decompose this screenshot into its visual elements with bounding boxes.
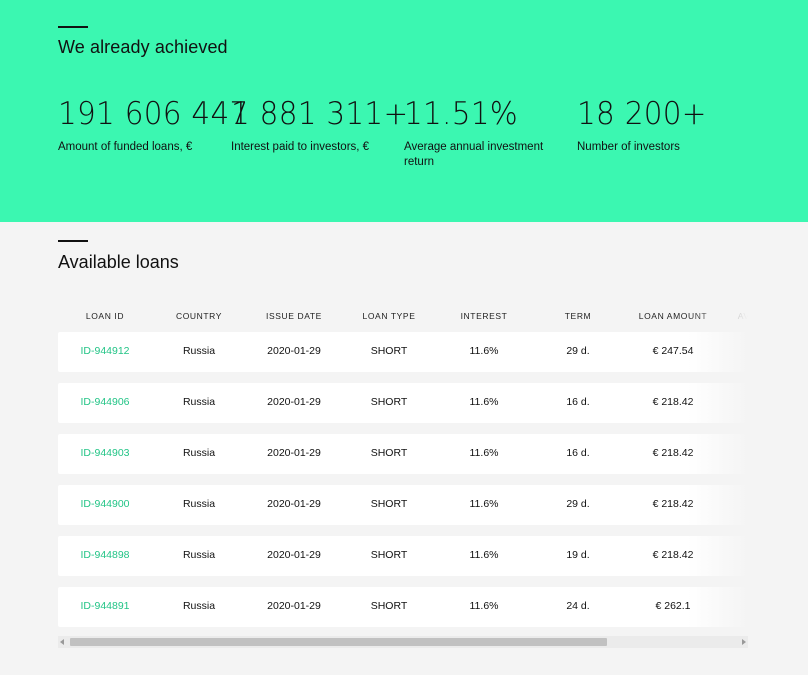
loan-interest: 11.6% [469,549,499,561]
loan-interest: 11.6% [469,600,499,612]
stat-value: 1 881 311+ [231,96,409,132]
table-row[interactable]: ID-944891 Russia 2020-01-29 SHORT 11.6% … [58,587,748,627]
column-header-loan-type[interactable]: LOAN TYPE [363,311,416,321]
column-header-country[interactable]: COUNTRY [176,311,222,321]
column-header-available[interactable]: AVAI [738,311,748,321]
achievements-title: We already achieved [58,37,228,57]
stat-label: Number of investors [577,141,680,153]
loan-interest: 11.6% [469,447,499,459]
loan-interest: 11.6% [469,345,499,357]
achievements-section: We already achieved 191 606 447 Amount o… [0,0,808,222]
loan-type: SHORT [370,600,408,612]
section-divider [58,240,88,242]
table-row[interactable]: ID-944903 Russia 2020-01-29 SHORT 11.6% … [58,434,748,474]
loan-amount: € 247.54 [652,345,694,357]
loan-id-link[interactable]: ID-944900 [80,498,129,510]
table-row[interactable]: ID-944900 Russia 2020-01-29 SHORT 11.6% … [58,485,748,525]
loan-amount: € 218.42 [652,549,694,561]
loan-term: 29 d. [566,345,590,357]
loan-type: SHORT [370,447,408,459]
loan-interest: 11.6% [469,396,499,408]
loan-country: Russia [182,447,216,459]
loan-interest: 11.6% [469,498,499,510]
loan-country: Russia [182,498,216,510]
loan-type: SHORT [370,549,408,561]
loans-table: LOAN ID COUNTRY ISSUE DATE LOAN TYPE INT… [58,300,748,640]
loan-id-link[interactable]: ID-944912 [80,345,129,357]
loan-issue-date: 2020-01-29 [267,549,321,561]
loan-id-link[interactable]: ID-944898 [80,549,129,561]
scroll-left-arrow-icon[interactable] [60,639,64,645]
loan-id-link[interactable]: ID-944891 [80,600,129,612]
column-header-loan-amount[interactable]: LOAN AMOUNT [639,311,707,321]
stat-funded-loans: 191 606 447 Amount of funded loans, € [58,96,259,155]
scroll-right-arrow-icon[interactable] [742,639,746,645]
loan-issue-date: 2020-01-29 [267,396,321,408]
stat-value: 191 606 447 [58,96,249,132]
stat-average-return: 11.51% Average annual investment return [404,96,564,170]
loan-id-link[interactable]: ID-944906 [80,396,129,408]
loan-issue-date: 2020-01-29 [267,345,321,357]
column-header-loan-id[interactable]: LOAN ID [86,311,124,321]
scrollbar-thumb[interactable] [70,638,607,646]
stat-value: 11.51% [404,96,519,132]
loan-country: Russia [182,600,216,612]
loan-term: 16 d. [566,396,590,408]
table-row[interactable]: ID-944898 Russia 2020-01-29 SHORT 11.6% … [58,536,748,576]
loan-term: 19 d. [566,549,590,561]
loan-issue-date: 2020-01-29 [267,447,321,459]
stat-label: Amount of funded loans, € [58,141,193,153]
loan-country: Russia [182,549,216,561]
table-horizontal-scrollbar[interactable] [58,636,748,648]
table-row[interactable]: ID-944912 Russia 2020-01-29 SHORT 11.6% … [58,332,748,372]
loan-amount: € 262.1 [655,600,691,612]
loan-amount: € 218.42 [652,498,694,510]
stat-value: 18 200+ [577,96,707,132]
loan-type: SHORT [370,345,408,357]
loan-term: 29 d. [566,498,590,510]
loan-type: SHORT [370,396,408,408]
stat-investors: 18 200+ Number of investors [577,96,737,155]
stat-label: Interest paid to investors, € [231,141,370,153]
loan-issue-date: 2020-01-29 [267,498,321,510]
table-header: LOAN ID COUNTRY ISSUE DATE LOAN TYPE INT… [58,300,748,330]
loan-country: Russia [182,396,216,408]
loans-title: Available loans [58,252,179,272]
loan-issue-date: 2020-01-29 [267,600,321,612]
loan-term: 16 d. [566,447,590,459]
column-header-issue-date[interactable]: ISSUE DATE [266,311,322,321]
stat-label: Average annual investment return [404,141,544,168]
loan-amount: € 218.42 [652,447,694,459]
section-divider [58,26,88,28]
loan-id-link[interactable]: ID-944903 [80,447,129,459]
column-header-interest[interactable]: INTEREST [461,311,508,321]
loan-amount: € 218.42 [652,396,694,408]
loan-type: SHORT [370,498,408,510]
table-row[interactable]: ID-944906 Russia 2020-01-29 SHORT 11.6% … [58,383,748,423]
loan-country: Russia [182,345,216,357]
stat-interest-paid: 1 881 311+ Interest paid to investors, € [231,96,418,155]
loan-term: 24 d. [566,600,590,612]
column-header-term[interactable]: TERM [565,311,591,321]
